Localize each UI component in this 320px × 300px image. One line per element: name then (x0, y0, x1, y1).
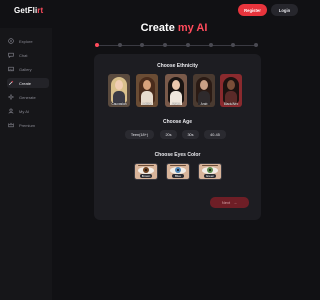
page-title-main: Create (140, 22, 178, 34)
next-label: Next (221, 200, 231, 205)
top-bar: GetFlirt Register Login (0, 0, 300, 22)
age-title: Choose Age (163, 119, 192, 125)
sidebar-item-label: Generate (19, 94, 36, 100)
ethnicity-label: Asian (172, 102, 180, 106)
wand-icon (7, 80, 14, 87)
sidebar-item-label: My AI (19, 108, 30, 114)
chat-icon (7, 52, 14, 59)
step-dot-3 (140, 43, 145, 47)
create-ai-card: Choose Ethnicity Caucasian Latina Asian … (94, 54, 261, 220)
logo[interactable]: GetFlirt (14, 6, 43, 15)
eyebrow-shape (170, 165, 186, 166)
eye-color-label: Brown (140, 174, 152, 178)
sidebar-item-generate[interactable]: Generate (7, 92, 49, 102)
crown-icon (7, 122, 14, 129)
sidebar-item-chat[interactable]: Chat (7, 50, 49, 60)
sidebar-item-gallery[interactable]: Gallery (7, 64, 49, 74)
ethnicity-option-latina[interactable]: Latina (136, 74, 158, 107)
sidebar-item-label: Explore (19, 38, 33, 44)
arrow-right-icon: → (233, 200, 238, 205)
face-shape (227, 80, 235, 90)
pupil (145, 169, 147, 171)
logo-text-accent: rt (37, 6, 44, 15)
sidebar-item-premium[interactable]: Premium (7, 120, 49, 130)
face-shape (143, 80, 151, 90)
sidebar-item-label: Chat (19, 52, 28, 58)
sidebar-item-label: Premium (19, 122, 36, 128)
next-button[interactable]: Next → (210, 197, 249, 208)
ethnicity-option-caucasian[interactable]: Caucasian (108, 74, 130, 107)
age-option-40-45[interactable]: 40-45 (204, 130, 226, 139)
gallery-icon (7, 66, 14, 73)
eye-option-brown[interactable]: Brown (134, 163, 158, 180)
sparkle-icon (7, 94, 14, 101)
sidebar-item-label: Create (19, 80, 32, 86)
step-dot-1 (95, 43, 99, 47)
age-option-30s[interactable]: 30s (182, 130, 199, 139)
page-title-accent: my AI (177, 22, 208, 34)
eye-color-label: Green (204, 174, 216, 178)
step-dot-2 (117, 43, 122, 47)
step-dot-6 (208, 43, 213, 47)
compass-icon (7, 38, 14, 45)
step-dot-5 (185, 43, 190, 47)
eyebrow-shape (138, 165, 154, 166)
sidebar: Explore Chat Gallery Create Generate My … (0, 28, 52, 300)
step-dot-8 (254, 43, 258, 47)
sidebar-item-explore[interactable]: Explore (7, 36, 49, 46)
ethnicity-label: Arab (200, 102, 208, 106)
eyes-title: Choose Eyes Color (154, 152, 201, 158)
ethnicity-option-black-afro[interactable]: Black/Afro (220, 74, 242, 107)
sidebar-item-label: Gallery (19, 66, 32, 72)
face-shape (115, 80, 123, 90)
ethnicity-option-asian[interactable]: Asian (165, 74, 187, 107)
register-button[interactable]: Register (238, 4, 267, 16)
eye-option-blue[interactable]: Blue (166, 163, 190, 180)
ethnicity-label: Caucasian (111, 102, 127, 106)
step-dot-4 (163, 43, 168, 47)
progress-stepper (95, 43, 258, 47)
eye-color-label: Blue (172, 174, 184, 178)
face-shape (200, 80, 208, 90)
sidebar-item-my-ai[interactable]: My AI (7, 106, 49, 116)
pupil (177, 169, 179, 171)
face-shape (172, 80, 180, 90)
step-dot-7 (231, 43, 236, 47)
ethnicity-label: Latina (142, 102, 152, 106)
ethnicity-option-arab[interactable]: Arab (193, 74, 215, 107)
login-button[interactable]: Login (271, 4, 298, 16)
eye-option-green[interactable]: Green (198, 163, 222, 180)
page-title: Create my AI (0, 22, 300, 34)
ethnicity-label: Black/Afro (223, 102, 239, 106)
age-option-20s[interactable]: 20s (160, 130, 177, 139)
logo-text: GetFli (14, 6, 38, 15)
age-option-teen[interactable]: Teen(18+) (125, 130, 154, 139)
eyebrow-shape (202, 165, 218, 166)
pupil (209, 169, 211, 171)
sidebar-item-create[interactable]: Create (7, 78, 49, 88)
user-icon (7, 108, 14, 115)
ethnicity-title: Choose Ethnicity (157, 63, 198, 69)
